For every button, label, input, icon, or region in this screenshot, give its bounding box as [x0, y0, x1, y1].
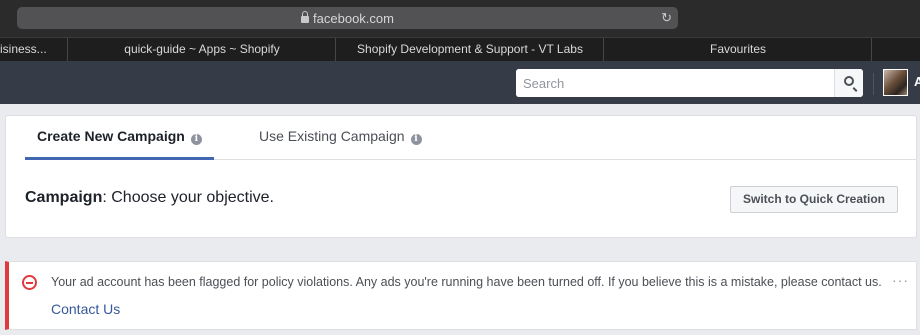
error-icon [22, 275, 37, 290]
more-options-icon[interactable]: ··· [892, 272, 909, 288]
search-input[interactable] [516, 69, 834, 97]
bookmark-item[interactable]: quick-guide ~ Apps ~ Shopify [69, 38, 336, 61]
url-text: facebook.com [313, 11, 394, 26]
info-icon[interactable]: i [410, 134, 422, 145]
switch-to-quick-creation-button[interactable]: Switch to Quick Creation [730, 186, 898, 213]
tab-label: Create New Campaign [37, 128, 185, 144]
search-box [516, 69, 863, 97]
bookmark-item[interactable]: Shopify Development & Support - VT Labs [337, 38, 604, 61]
contact-us-link[interactable]: Contact Us [51, 301, 120, 317]
search-button[interactable] [834, 69, 863, 97]
objective-text: : Choose your objective. [102, 189, 274, 206]
facebook-header: A [0, 61, 920, 104]
tab-create-new-campaign[interactable]: Create New Campaign i [25, 116, 214, 160]
campaign-tabs: Create New Campaign i Use Existing Campai… [25, 116, 917, 160]
header-divider [873, 73, 874, 95]
tab-use-existing-campaign[interactable]: Use Existing Campaign i [259, 116, 422, 160]
policy-violation-alert: Your ad account has been flagged for pol… [5, 261, 917, 330]
alert-message: Your ad account has been flagged for pol… [51, 275, 882, 289]
bookmark-item[interactable]: Favourites [605, 38, 872, 61]
bookmark-item[interactable]: isiness... [0, 38, 68, 61]
avatar[interactable] [883, 69, 908, 96]
reload-icon[interactable]: ↻ [661, 10, 672, 26]
search-icon [844, 76, 854, 86]
browser-toolbar: facebook.com ↻ [0, 0, 920, 37]
user-name[interactable]: A [914, 74, 920, 89]
lock-icon [301, 11, 310, 23]
objective-heading: Campaign: Choose your objective. [25, 189, 274, 207]
tab-label: Use Existing Campaign [259, 128, 405, 144]
bookmarks-bar: isiness... quick-guide ~ Apps ~ Shopify … [0, 37, 920, 61]
objective-label: Campaign [25, 189, 103, 206]
info-icon[interactable]: i [190, 134, 202, 145]
address-bar[interactable]: facebook.com ↻ [17, 7, 678, 29]
campaign-card: Create New Campaign i Use Existing Campai… [5, 115, 917, 238]
